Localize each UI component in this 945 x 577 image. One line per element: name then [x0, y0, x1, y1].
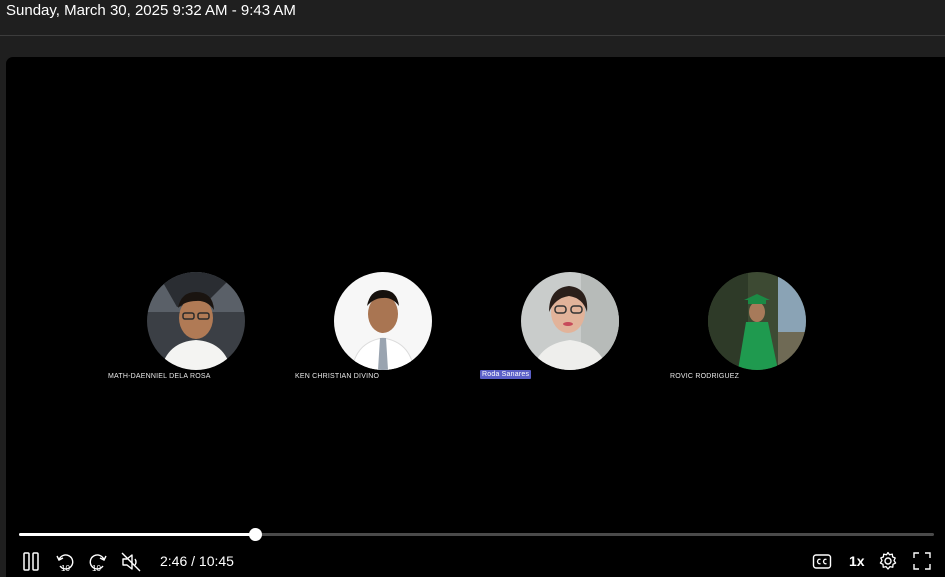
video-player[interactable]: MATH-DAENNIEL DELA ROSA KEN CHRISTIAN DI… [6, 57, 945, 577]
pause-icon [21, 551, 41, 571]
participant-avatar [708, 272, 806, 370]
participant-name: ROVIC RODRIGUEZ [670, 373, 740, 380]
participant-avatar [147, 272, 245, 370]
participant-name: KEN CHRISTIAN DIVINO [295, 373, 380, 380]
skip-back-10-icon: 10 [54, 551, 76, 573]
participant-name-active: Roda Sanares [480, 370, 532, 379]
pause-button[interactable] [21, 551, 41, 571]
playback-speed-button[interactable]: 1x [849, 553, 865, 569]
mute-button[interactable] [120, 551, 142, 573]
seek-bar-played [19, 533, 255, 536]
skip-forward-button[interactable]: 10 [87, 551, 109, 573]
gear-icon [878, 551, 898, 571]
settings-button[interactable] [878, 551, 898, 571]
seek-bar[interactable] [19, 528, 934, 541]
seek-bar-handle[interactable] [248, 528, 262, 541]
fullscreen-icon [912, 551, 932, 571]
participant-name: MATH-DAENNIEL DELA ROSA [108, 373, 211, 380]
captions-button[interactable] [812, 551, 832, 571]
muted-speaker-icon [120, 551, 142, 573]
recording-date-title: Sunday, March 30, 2025 9:32 AM - 9:43 AM [6, 2, 296, 19]
playback-time: 2:46 / 10:45 [160, 553, 234, 569]
participant-avatar [521, 272, 619, 370]
participant-avatar [334, 272, 432, 370]
closed-captions-icon [812, 551, 832, 571]
skip-forward-10-icon: 10 [87, 551, 109, 573]
skip-back-button[interactable]: 10 [54, 551, 76, 573]
recording-header: Sunday, March 30, 2025 9:32 AM - 9:43 AM [0, 0, 945, 36]
fullscreen-button[interactable] [912, 551, 932, 571]
